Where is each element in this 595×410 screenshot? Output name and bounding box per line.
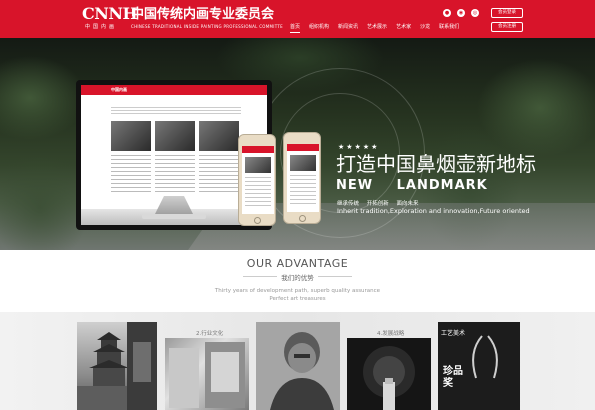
nav-item-home[interactable]: 首页 — [290, 23, 301, 33]
organization-name-en: CHINESE TRADITIONAL INSIDE PAINTING PROF… — [131, 24, 283, 29]
section-title: OUR ADVANTAGE — [246, 257, 349, 270]
card-label-craft-art: 工艺美术 — [441, 330, 466, 337]
advantage-card-4[interactable] — [347, 338, 431, 410]
divider — [318, 276, 352, 277]
member-login-button[interactable]: 会员登录 — [491, 8, 523, 18]
monitor-base — [142, 214, 206, 219]
hero-tags: 继承传统 开拓创新 面向未来 — [337, 201, 419, 207]
nav-item-art-display[interactable]: 艺术展示 — [367, 23, 387, 33]
section-description: Thirty years of development path, superb… — [214, 288, 381, 294]
hero-tagline-en: Inherit tradition,Exploration and innova… — [337, 207, 530, 215]
nav-item-news[interactable]: 新闻资讯 — [338, 23, 358, 33]
mock-site-header — [81, 85, 267, 95]
phone-mockup — [238, 134, 276, 226]
hero-slogan: 打造中国鼻烟壶新地标 — [336, 152, 536, 176]
industry-culture-image — [169, 342, 245, 408]
logo-cnnh[interactable]: CNNH — [82, 6, 138, 22]
advantage-card-2[interactable] — [165, 338, 249, 410]
card-label-industry-culture: 2.行业文化 — [196, 331, 224, 337]
nav-item-artists[interactable]: 艺术家 — [396, 23, 411, 33]
section-subtitle: 我们的优势 — [281, 274, 314, 282]
nav-item-contact[interactable]: 联系我们 — [439, 23, 459, 33]
main-nav: 首页 组织机构 新闻资讯 艺术展示 艺术家 沙龙 联系我们 — [290, 23, 468, 33]
mock-site-text — [111, 107, 241, 115]
top-header: CNNH 中国内画 中国传统内画专业委员会 CHINESE TRADITIONA… — [0, 0, 595, 38]
phone-screen — [242, 146, 274, 214]
wechat-icon[interactable]: ◎ — [471, 9, 479, 17]
artist-portrait-image — [256, 322, 340, 410]
phone-home-button — [299, 215, 306, 222]
advantage-card-3[interactable] — [256, 322, 340, 410]
logo-subtitle: 中国内画 — [85, 24, 118, 30]
member-register-button[interactable]: 会员注册 — [491, 22, 523, 32]
phone-mockup — [283, 132, 321, 224]
mock-caption — [199, 155, 239, 195]
hero-slogan-en: NEW LANDMARK — [336, 178, 488, 193]
hero-stars: ★★★★★ — [338, 143, 380, 151]
phone-screen — [287, 144, 319, 212]
mock-caption — [111, 155, 151, 195]
mock-artist-photo — [111, 121, 151, 151]
weibo-icon[interactable]: ◉ — [457, 9, 465, 17]
section-description-2: Perfect art treasures — [269, 296, 326, 302]
card-label-treasure-award: 珍品奖 — [443, 366, 463, 389]
snuff-bottle-image — [347, 338, 431, 410]
nav-item-organization[interactable]: 组织机构 — [309, 23, 329, 33]
organization-name: 中国传统内画专业委员会 — [131, 7, 275, 22]
user-icon[interactable]: ● — [443, 9, 451, 17]
nav-item-salon[interactable]: 沙龙 — [420, 23, 430, 33]
mock-site-logo: 中国内画 — [111, 87, 127, 92]
mock-artist-photo — [155, 121, 195, 151]
phone-home-button — [254, 217, 261, 224]
advantage-card-1[interactable] — [77, 322, 157, 410]
mock-caption — [155, 155, 195, 195]
hero-banner: 中国内画 — [0, 38, 595, 250]
mock-artist-photo — [199, 121, 239, 151]
card-label-development-strategy: 4.发展战略 — [377, 331, 405, 337]
pagoda-image — [77, 322, 157, 410]
